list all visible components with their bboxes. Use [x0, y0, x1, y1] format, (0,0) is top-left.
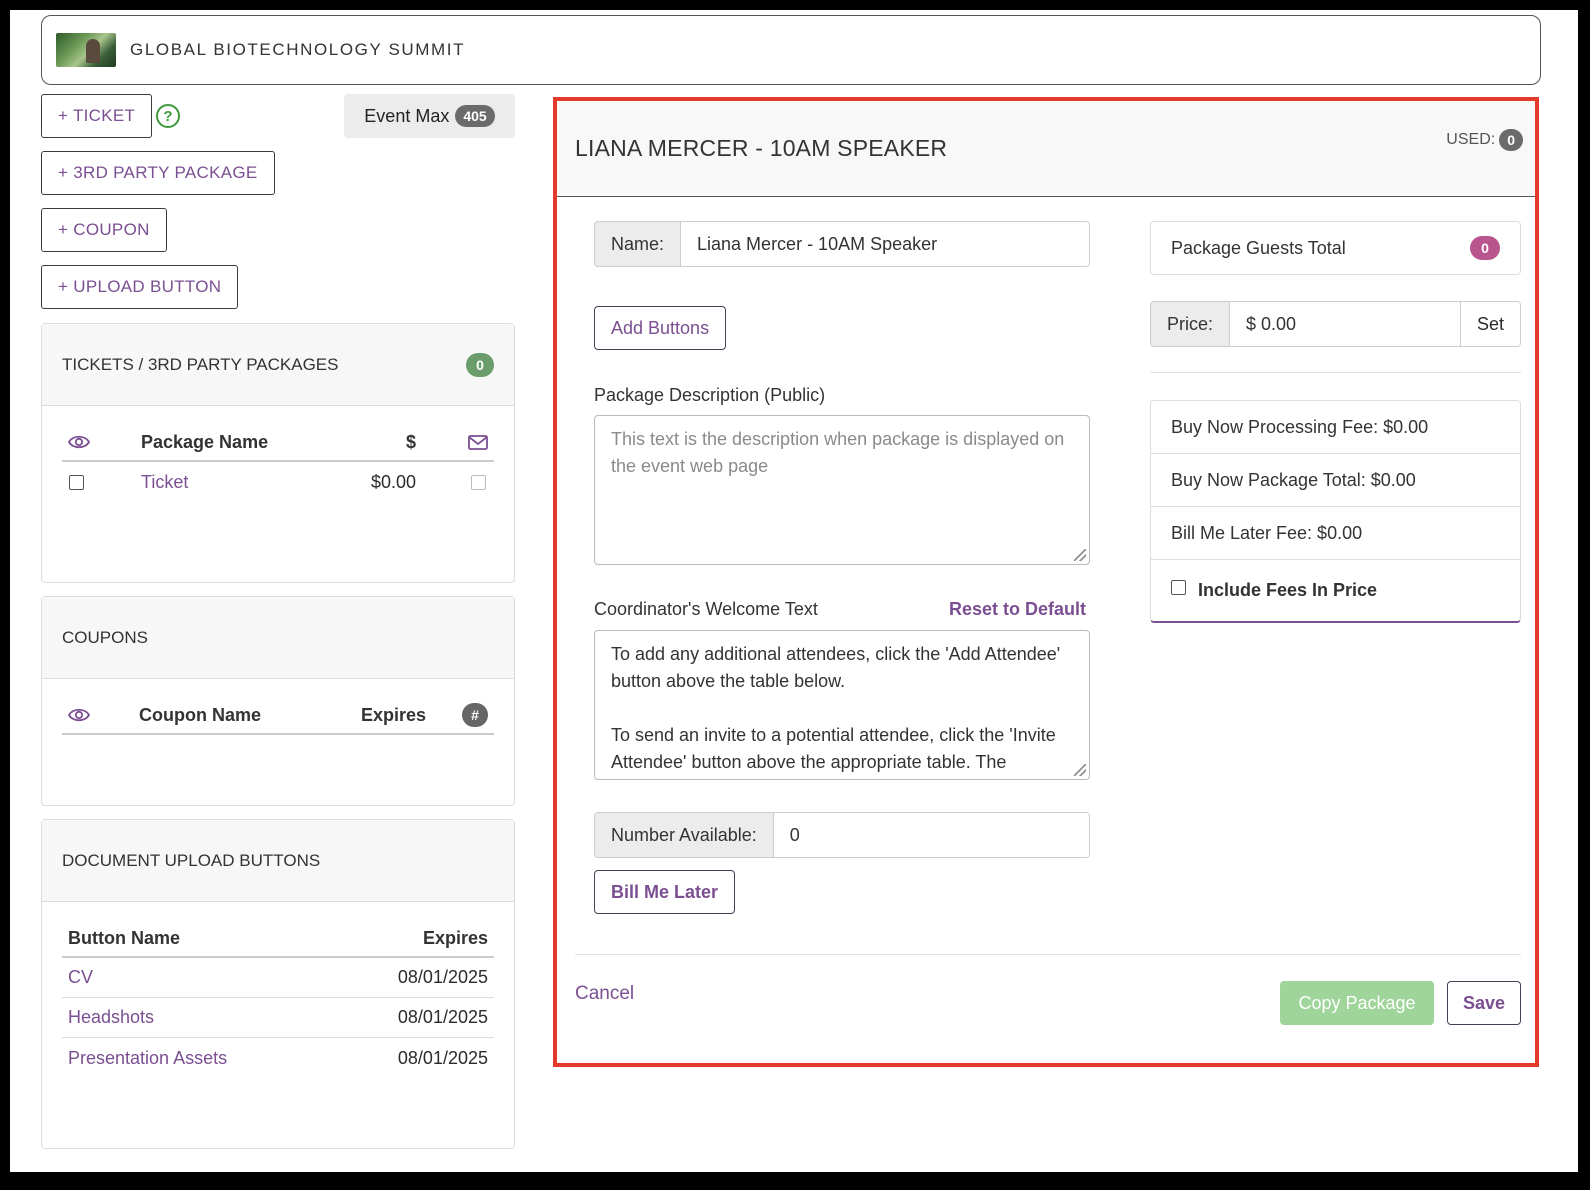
table-row[interactable]: Ticket $0.00: [62, 462, 494, 502]
help-icon[interactable]: ?: [156, 104, 180, 128]
event-logo: [56, 33, 116, 67]
event-header: GLOBAL BIOTECHNOLOGY SUMMIT: [41, 15, 1541, 85]
include-fees-label[interactable]: Include Fees In Price: [1198, 580, 1377, 601]
tickets-count-badge: 0: [466, 352, 494, 377]
include-fees-row[interactable]: Include Fees In Price: [1151, 560, 1520, 621]
eye-icon: [62, 707, 139, 723]
welcome-text-label: Coordinator's Welcome Text: [594, 599, 818, 619]
welcome-textarea[interactable]: To add any additional attendees, click t…: [594, 630, 1090, 780]
add-coupon-button[interactable]: + COUPON: [41, 208, 167, 252]
package-title: LIANA MERCER - 10AM SPEAKER: [575, 135, 948, 161]
event-max-count: 405: [455, 105, 495, 127]
upload-buttons-table: Button Name Expires CV 08/01/2025 Headsh…: [62, 920, 494, 1078]
event-max-badge: Event Max 405: [344, 94, 515, 138]
upload-button-expires: 08/01/2025: [397, 1047, 488, 1068]
used-count-badge: 0: [1499, 129, 1523, 151]
resize-grip-icon[interactable]: [1074, 764, 1086, 776]
upload-buttons-panel-title: DOCUMENT UPLOAD BUTTONS: [62, 850, 321, 870]
button-expires-column[interactable]: Expires: [423, 928, 488, 949]
button-name-column[interactable]: Button Name: [68, 928, 423, 949]
tickets-panel-title: TICKETS / 3RD PARTY PACKAGES: [62, 354, 339, 374]
table-row[interactable]: Headshots 08/01/2025: [62, 998, 494, 1038]
price-group: Price: $ 0.00 Set: [1150, 301, 1521, 347]
package-total: Buy Now Package Total: $0.00: [1151, 454, 1520, 507]
coupon-expires-column[interactable]: Expires: [306, 705, 426, 726]
coupon-name-column[interactable]: Coupon Name: [139, 705, 306, 726]
divider: [575, 954, 1521, 955]
coupons-panel: COUPONS Coupon Name Expires #: [41, 596, 515, 806]
used-counter: USED: 0: [1446, 129, 1523, 151]
upload-button-expires: 08/01/2025: [397, 1007, 488, 1027]
price-input[interactable]: $ 0.00: [1230, 302, 1460, 346]
add-3rd-party-package-button[interactable]: + 3RD PARTY PACKAGE: [41, 151, 275, 195]
package-price: $0.00: [370, 471, 416, 492]
number-available-group: Number Available: 0: [594, 812, 1090, 858]
row-select-checkbox[interactable]: [69, 474, 84, 490]
envelope-icon: [416, 434, 494, 450]
guests-total-badge: 0: [1470, 236, 1500, 260]
event-title: GLOBAL BIOTECHNOLOGY SUMMIT: [130, 40, 466, 59]
table-row[interactable]: CV 08/01/2025: [62, 958, 494, 998]
add-buttons-button[interactable]: Add Buttons: [594, 306, 727, 350]
cancel-link[interactable]: Cancel: [575, 983, 634, 1005]
include-fees-checkbox[interactable]: [1171, 580, 1186, 595]
fee-list: Buy Now Processing Fee: $0.00 Buy Now Pa…: [1150, 400, 1521, 623]
description-placeholder: This text is the description when packag…: [611, 429, 1065, 476]
divider: [1150, 372, 1521, 373]
copy-package-button[interactable]: Copy Package: [1280, 981, 1434, 1025]
bill-later-fee: Bill Me Later Fee: $0.00: [1151, 507, 1520, 560]
tickets-table-header: Package Name $: [62, 424, 494, 462]
package-guests-total: Package Guests Total 0: [1150, 221, 1521, 275]
package-editor-header: LIANA MERCER - 10AM SPEAKER USED: 0: [557, 101, 1535, 197]
event-max-label: Event Max: [364, 105, 450, 126]
welcome-paragraph-1: To add any additional attendees, click t…: [611, 644, 1061, 691]
name-label: Name:: [595, 222, 682, 266]
used-label: USED:: [1446, 131, 1496, 148]
package-editor: LIANA MERCER - 10AM SPEAKER USED: 0 Name…: [553, 97, 1539, 1067]
package-name-input[interactable]: Liana Mercer - 10AM Speaker: [681, 222, 1089, 266]
coupon-count-badge: #: [462, 703, 488, 727]
tickets-panel: TICKETS / 3RD PARTY PACKAGES 0 Package N…: [41, 323, 515, 583]
add-ticket-button[interactable]: + TICKET: [41, 94, 153, 138]
package-name-link[interactable]: Ticket: [141, 472, 296, 493]
add-upload-button[interactable]: + UPLOAD BUTTON: [41, 265, 239, 309]
email-checkbox[interactable]: [471, 474, 486, 490]
upload-button-link[interactable]: CV: [68, 967, 398, 988]
number-available-input[interactable]: 0: [773, 813, 1089, 857]
description-textarea[interactable]: This text is the description when packag…: [594, 415, 1090, 565]
eye-icon: [62, 434, 141, 450]
bill-me-later-button[interactable]: Bill Me Later: [594, 870, 736, 914]
processing-fee: Buy Now Processing Fee: $0.00: [1151, 401, 1520, 454]
tickets-panel-header: TICKETS / 3RD PARTY PACKAGES 0: [42, 324, 514, 406]
coupons-table-header: Coupon Name Expires #: [62, 697, 494, 735]
upload-button-expires: 08/01/2025: [397, 967, 488, 987]
reset-to-default-link[interactable]: Reset to Default: [949, 599, 1086, 620]
price-label: Price:: [1151, 302, 1231, 346]
table-row[interactable]: Presentation Assets 08/01/2025: [62, 1038, 494, 1078]
upload-table-header: Button Name Expires: [62, 920, 494, 958]
guests-total-label: Package Guests Total: [1171, 237, 1346, 258]
upload-button-link[interactable]: Presentation Assets: [68, 1048, 398, 1069]
set-price-button[interactable]: Set: [1459, 302, 1520, 346]
welcome-paragraph-2: To send an invite to a potential attende…: [611, 725, 1056, 772]
price-column[interactable]: $: [356, 432, 416, 453]
upload-button-link[interactable]: Headshots: [68, 1007, 398, 1028]
coupons-table: Coupon Name Expires #: [62, 697, 494, 735]
package-name-column[interactable]: Package Name: [141, 432, 356, 453]
page: GLOBAL BIOTECHNOLOGY SUMMIT + TICKET ? E…: [10, 10, 1578, 1172]
upload-buttons-panel: DOCUMENT UPLOAD BUTTONS Button Name Expi…: [41, 819, 515, 1149]
tickets-table: Package Name $ Ticket $0.00: [62, 424, 494, 502]
description-label: Package Description (Public): [594, 385, 826, 405]
coupons-panel-title: COUPONS: [62, 627, 148, 647]
coupons-panel-header: COUPONS: [42, 597, 514, 679]
resize-grip-icon[interactable]: [1074, 549, 1086, 561]
upload-buttons-panel-header: DOCUMENT UPLOAD BUTTONS: [42, 820, 514, 902]
package-name-group: Name: Liana Mercer - 10AM Speaker: [594, 221, 1090, 267]
number-available-label: Number Available:: [595, 813, 774, 857]
save-button[interactable]: Save: [1447, 981, 1521, 1025]
